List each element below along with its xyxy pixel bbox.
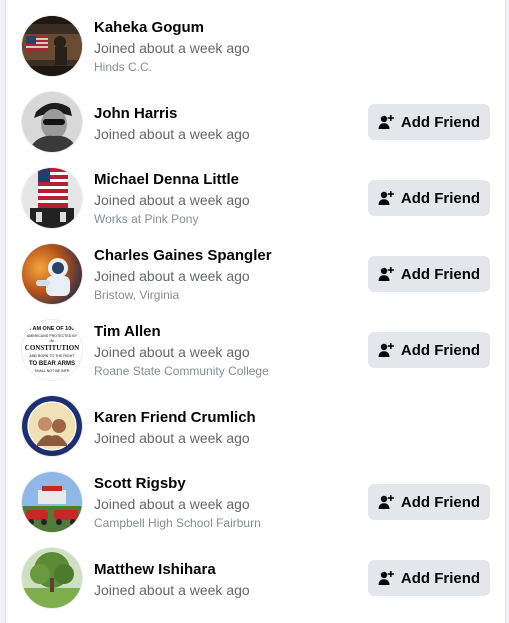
add-friend-button[interactable]: Add Friend — [368, 256, 490, 292]
joined-text: Joined about a week ago — [94, 192, 250, 208]
person-info: Tim Allen Joined about a week ago Roane … — [94, 322, 355, 380]
avatar-text: AND BORN TO THE RIGHT — [29, 354, 75, 358]
joined-text: Joined about a week ago — [94, 496, 250, 512]
avatar-text: I AM ONE OF 100 — [30, 326, 75, 332]
add-friend-label: Add Friend — [400, 113, 481, 131]
person-info: Scott Rigsby Joined about a week ago Cam… — [94, 474, 355, 532]
person-info: Matthew Ishihara Joined about a week ago — [94, 560, 355, 600]
person-plus-icon — [378, 343, 394, 357]
avatar[interactable] — [22, 16, 82, 76]
person-plus-icon — [378, 267, 394, 281]
person-name[interactable]: Charles Gaines Spangler — [94, 246, 355, 266]
add-friend-button[interactable]: Add Friend — [368, 484, 490, 520]
list-item: Charles Gaines Spangler Joined about a w… — [6, 236, 505, 312]
person-info: Kaheka Gogum Joined about a week ago Hin… — [94, 18, 355, 76]
person-name[interactable]: Michael Denna Little — [94, 170, 355, 190]
person-name[interactable]: Kaheka Gogum — [94, 18, 355, 38]
add-friend-label: Add Friend — [400, 493, 481, 511]
add-friend-label: Add Friend — [400, 265, 481, 283]
person-name[interactable]: Matthew Ishihara — [94, 560, 355, 580]
joined-text: Joined about a week ago — [94, 430, 250, 446]
avatar-text: TO BEAR ARMS — [29, 361, 75, 367]
tree-landscape-avatar — [22, 548, 82, 608]
person-plus-icon — [378, 115, 394, 129]
person-plus-icon — [378, 571, 394, 585]
flag-poster-avatar — [22, 168, 82, 228]
person-name[interactable]: John Harris — [94, 104, 355, 124]
person-name[interactable]: Scott Rigsby — [94, 474, 355, 494]
person-info: John Harris Joined about a week ago — [94, 104, 355, 144]
list-item: Scott Rigsby Joined about a week ago Cam… — [6, 464, 505, 540]
avatar-text: the — [50, 338, 55, 343]
add-friend-label: Add Friend — [400, 341, 481, 359]
list-item: Kaheka Gogum Joined about a week ago Hin… — [6, 8, 505, 84]
list-item: I AM ONE OF 100 AMERICANS PROTECTED BY t… — [6, 312, 505, 388]
person-plus-icon — [378, 495, 394, 509]
joined-text: Joined about a week ago — [94, 40, 250, 56]
person-name[interactable]: Karen Friend Crumlich — [94, 408, 355, 428]
list-item: John Harris Joined about a week ago Add … — [6, 84, 505, 160]
person-info: Michael Denna Little Joined about a week… — [94, 170, 355, 228]
list-item: Michael Denna Little Joined about a week… — [6, 160, 505, 236]
people-list-panel: Kaheka Gogum Joined about a week ago Hin… — [5, 0, 506, 623]
avatar-text: CONSTITUTION — [25, 344, 79, 352]
person-info: Charles Gaines Spangler Joined about a w… — [94, 246, 355, 304]
astronaut-avatar — [22, 244, 82, 304]
person-info: Karen Friend Crumlich Joined about a wee… — [94, 408, 355, 448]
person-plus-icon — [378, 191, 394, 205]
add-friend-label: Add Friend — [400, 569, 481, 587]
joined-text: Joined about a week ago — [94, 268, 250, 284]
avatar[interactable] — [22, 472, 82, 532]
person-detail: Roane State Community College — [94, 364, 269, 378]
avatar[interactable] — [22, 548, 82, 608]
add-friend-label: Add Friend — [400, 189, 481, 207]
joined-text: Joined about a week ago — [94, 126, 250, 142]
avatar[interactable] — [22, 92, 82, 152]
add-friend-button[interactable]: Add Friend — [368, 104, 490, 140]
man-sunglasses-avatar — [22, 92, 82, 152]
person-name[interactable]: Tim Allen — [94, 322, 355, 342]
avatar[interactable] — [22, 168, 82, 228]
person-detail: Hinds C.C. — [94, 60, 153, 74]
avatar[interactable] — [22, 244, 82, 304]
person-detail: Bristow, Virginia — [94, 288, 180, 302]
constitution-text-avatar: I AM ONE OF 100 AMERICANS PROTECTED BY t… — [22, 320, 82, 380]
red-cars-avatar — [22, 472, 82, 532]
person-detail: Works at Pink Pony — [94, 212, 199, 226]
joined-text: Joined about a week ago — [94, 344, 250, 360]
avatar[interactable] — [22, 396, 82, 456]
joined-text: Joined about a week ago — [94, 582, 250, 598]
list-item: Matthew Ishihara Joined about a week ago… — [6, 540, 505, 616]
avatar[interactable]: I AM ONE OF 100 AMERICANS PROTECTED BY t… — [22, 320, 82, 380]
list-item: Karen Friend Crumlich Joined about a wee… — [6, 388, 505, 464]
add-friend-button[interactable]: Add Friend — [368, 180, 490, 216]
add-friend-button[interactable]: Add Friend — [368, 332, 490, 368]
framed-portrait-avatar — [22, 396, 82, 456]
flag-poster-avatar — [22, 16, 82, 76]
person-detail: Campbell High School Fairburn — [94, 516, 261, 530]
add-friend-button[interactable]: Add Friend — [368, 560, 490, 596]
avatar-text: SHALL NOT BE INFR — [35, 369, 70, 373]
